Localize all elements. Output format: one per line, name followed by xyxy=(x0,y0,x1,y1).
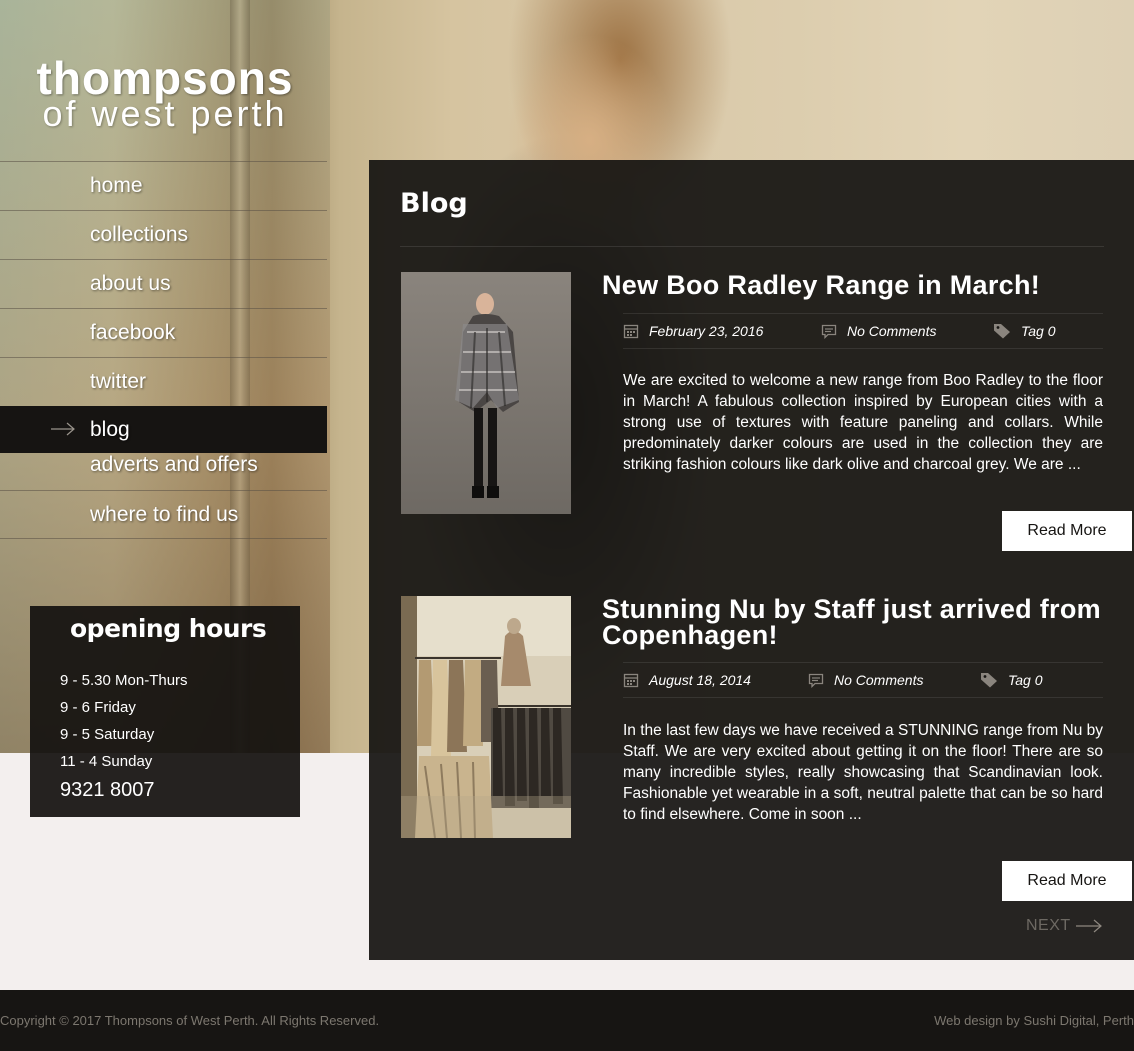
hours-line: 9 - 5 Saturday xyxy=(60,726,155,743)
post-excerpt: We are excited to welcome a new range fr… xyxy=(623,372,1103,473)
post-thumbnail-image xyxy=(401,596,571,838)
comment-icon xyxy=(808,673,824,688)
post-meta: August 18, 2014 No Comments Tag 0 xyxy=(623,662,1103,698)
calendar-icon xyxy=(623,673,639,688)
nav-item-twitter[interactable]: twitter xyxy=(0,357,327,406)
arrow-right-icon xyxy=(1075,919,1102,933)
nav-item-home[interactable]: home xyxy=(0,161,327,210)
arrow-right-icon xyxy=(51,422,75,436)
post-thumbnail-image xyxy=(401,272,571,514)
post-date-text: August 18, 2014 xyxy=(649,672,751,688)
next-page-link[interactable]: NEXT xyxy=(1026,917,1103,935)
read-more-button[interactable]: Read More xyxy=(1002,511,1132,551)
copyright-text: Copyright © 2017 Thompsons of West Perth… xyxy=(0,1013,380,1028)
post-tag[interactable]: Tag 0 xyxy=(993,323,1056,339)
hours-line: 9 - 5.30 Mon-Thurs xyxy=(60,672,188,689)
post-title[interactable]: New Boo Radley Range in March! xyxy=(602,272,1102,299)
nav-item-label: home xyxy=(90,174,143,197)
nav-item-label: blog xyxy=(90,418,130,441)
post-date: August 18, 2014 xyxy=(623,672,751,688)
tag-icon xyxy=(981,673,997,688)
nav-item-label: twitter xyxy=(90,370,147,393)
phone-number[interactable]: 9321 8007 xyxy=(60,779,155,802)
post-thumbnail[interactable] xyxy=(401,272,571,514)
nav-item-adverts-and-offers[interactable]: adverts and offers xyxy=(0,453,327,490)
blog-post: Stunning Nu by Staff just arrived from C… xyxy=(400,596,1132,901)
post-comments[interactable]: No Comments xyxy=(808,672,923,688)
post-excerpt: In the last few days we have received a … xyxy=(623,722,1103,823)
next-label: NEXT xyxy=(1026,917,1071,934)
post-date: February 23, 2016 xyxy=(623,323,763,339)
opening-hours-box: opening hours 9 - 5.30 Mon-Thurs 9 - 6 F… xyxy=(30,606,300,817)
blog-post: New Boo Radley Range in March! February … xyxy=(400,272,1132,552)
read-more-button[interactable]: Read More xyxy=(1002,861,1132,901)
hours-line: 11 - 4 Sunday xyxy=(60,753,153,770)
post-comments-text: No Comments xyxy=(834,672,924,688)
nav-item-collections[interactable]: collections xyxy=(0,210,327,259)
main-nav: home collections about us facebook twitt… xyxy=(0,161,327,539)
comment-icon xyxy=(821,324,837,339)
nav-item-where-to-find-us[interactable]: where to find us xyxy=(0,490,327,539)
nav-item-label: where to find us xyxy=(90,503,239,526)
post-tag-text: Tag 0 xyxy=(1021,323,1056,339)
logo-sub-text: of west perth xyxy=(42,93,288,134)
footer: Copyright © 2017 Thompsons of West Perth… xyxy=(0,990,1134,1051)
post-title[interactable]: Stunning Nu by Staff just arrived from C… xyxy=(602,596,1102,649)
nav-item-blog[interactable]: blog xyxy=(0,406,327,453)
post-tag-text: Tag 0 xyxy=(1008,672,1043,688)
post-date-text: February 23, 2016 xyxy=(649,323,764,339)
post-comments-text: No Comments xyxy=(847,323,937,339)
post-comments[interactable]: No Comments xyxy=(821,323,936,339)
blog-panel: Blog New Boo Radley Range in March! Febr… xyxy=(369,160,1134,960)
nav-item-about-us[interactable]: about us xyxy=(0,259,327,308)
opening-hours-title: opening hours xyxy=(70,614,267,643)
post-thumbnail[interactable] xyxy=(401,596,571,838)
post-meta: February 23, 2016 No Comments Tag 0 xyxy=(623,313,1103,349)
nav-item-label: collections xyxy=(90,223,189,246)
site-logo[interactable]: thompsons of west perth xyxy=(0,55,330,134)
title-divider xyxy=(400,246,1104,247)
tag-icon xyxy=(994,324,1010,339)
nav-item-label: about us xyxy=(90,272,171,295)
post-tag[interactable]: Tag 0 xyxy=(980,672,1043,688)
nav-item-label: adverts and offers xyxy=(90,453,258,476)
nav-item-label: facebook xyxy=(90,321,176,344)
calendar-icon xyxy=(623,324,639,339)
nav-item-facebook[interactable]: facebook xyxy=(0,308,327,357)
page-title: Blog xyxy=(400,188,468,219)
hours-line: 9 - 6 Friday xyxy=(60,699,136,716)
designer-credit-link[interactable]: Web design by Sushi Digital, Perth xyxy=(934,1013,1134,1028)
